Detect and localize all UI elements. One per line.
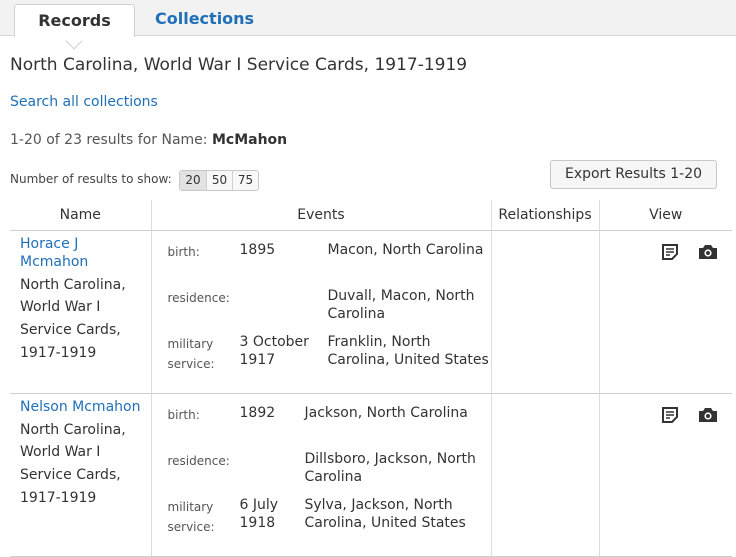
search-all-collections-link[interactable]: Search all collections [10, 94, 158, 110]
results-per-page-selector: 20 50 75 [179, 170, 259, 191]
header-events[interactable]: Events [150, 200, 491, 231]
event-military-service: military service: 6 July 1918 Sylva, Jac… [152, 486, 491, 556]
header-relationships[interactable]: Relationships [490, 200, 599, 231]
relationships-cell [490, 230, 599, 394]
event-date: 6 July 1918 [239, 496, 279, 531]
event-place: Sylva, Jackson, North Carolina, United S… [304, 496, 466, 531]
table-row: Nelson Mcmahon North Carolina, World War… [10, 393, 732, 557]
event-place: Jackson, North Carolina [304, 404, 468, 421]
results-query: McMahon [211, 132, 288, 148]
event-place: Duvall, Macon, North Carolina [327, 287, 475, 322]
view-cell [598, 230, 732, 394]
table-row: Horace J Mcmahon North Carolina, World W… [10, 230, 732, 394]
event-birth: birth: 1895 Macon, North Carolina [152, 231, 491, 277]
event-date [240, 287, 328, 323]
tab-bar: Records Collections [0, 0, 736, 50]
results-prefix: 1-20 of 23 results for Name: [10, 132, 208, 148]
relationships-cell [490, 393, 599, 557]
event-residence: residence: Duvall, Macon, North Carolina [152, 277, 491, 323]
event-label: residence: [167, 290, 230, 305]
event-label: military service: [167, 499, 215, 534]
header-view[interactable]: View [598, 200, 732, 231]
export-results-button[interactable]: Export Results 1-20 [550, 160, 717, 189]
tab-collections[interactable]: Collections [155, 9, 254, 28]
record-icon[interactable] [661, 243, 679, 265]
event-label: military service: [167, 336, 215, 371]
event-military-service: military service: 3 October 1917 Frankli… [152, 323, 491, 393]
event-residence: residence: Dillsboro, Jackson, North Car… [152, 440, 491, 486]
event-place: Franklin, North Carolina, United States [327, 333, 489, 368]
results-summary: 1-20 of 23 results for Name: McMahon [10, 132, 287, 148]
event-place: Dillsboro, Jackson, North Carolina [304, 450, 476, 485]
event-place: Macon, North Carolina [327, 241, 484, 258]
event-date: 1892 [239, 404, 276, 421]
event-label: birth: [167, 244, 200, 259]
table-header-row: Name Events Relationships View [10, 200, 732, 231]
person-name-link[interactable]: Horace J Mcmahon [20, 235, 145, 271]
collection-name: North Carolina, World War I Service Card… [20, 421, 126, 506]
results-table: Name Events Relationships View Horace J … [10, 200, 732, 557]
results-per-page-50[interactable]: 50 [206, 171, 232, 190]
event-date [240, 450, 305, 486]
name-cell: Horace J Mcmahon North Carolina, World W… [10, 230, 151, 394]
event-date: 3 October 1917 [239, 333, 309, 368]
event-label: residence: [167, 453, 230, 468]
events-cell: birth: 1892 Jackson, North Carolina resi… [150, 393, 491, 557]
event-label: birth: [167, 407, 200, 422]
results-per-page-75[interactable]: 75 [232, 171, 258, 190]
results-per-page-20[interactable]: 20 [180, 171, 206, 190]
record-icon[interactable] [661, 406, 679, 428]
header-name[interactable]: Name [10, 200, 151, 231]
camera-icon[interactable] [698, 406, 718, 428]
events-cell: birth: 1895 Macon, North Carolina reside… [150, 230, 491, 394]
collection-name: North Carolina, World War I Service Card… [20, 276, 126, 361]
event-date: 1895 [239, 241, 276, 258]
event-birth: birth: 1892 Jackson, North Carolina [152, 394, 491, 440]
camera-icon[interactable] [698, 243, 718, 265]
page-title: North Carolina, World War I Service Card… [10, 55, 468, 75]
person-name-link[interactable]: Nelson Mcmahon [20, 398, 145, 416]
results-per-page-label: Number of results to show: [10, 172, 172, 186]
view-cell [598, 393, 732, 557]
name-cell: Nelson Mcmahon North Carolina, World War… [10, 393, 151, 557]
